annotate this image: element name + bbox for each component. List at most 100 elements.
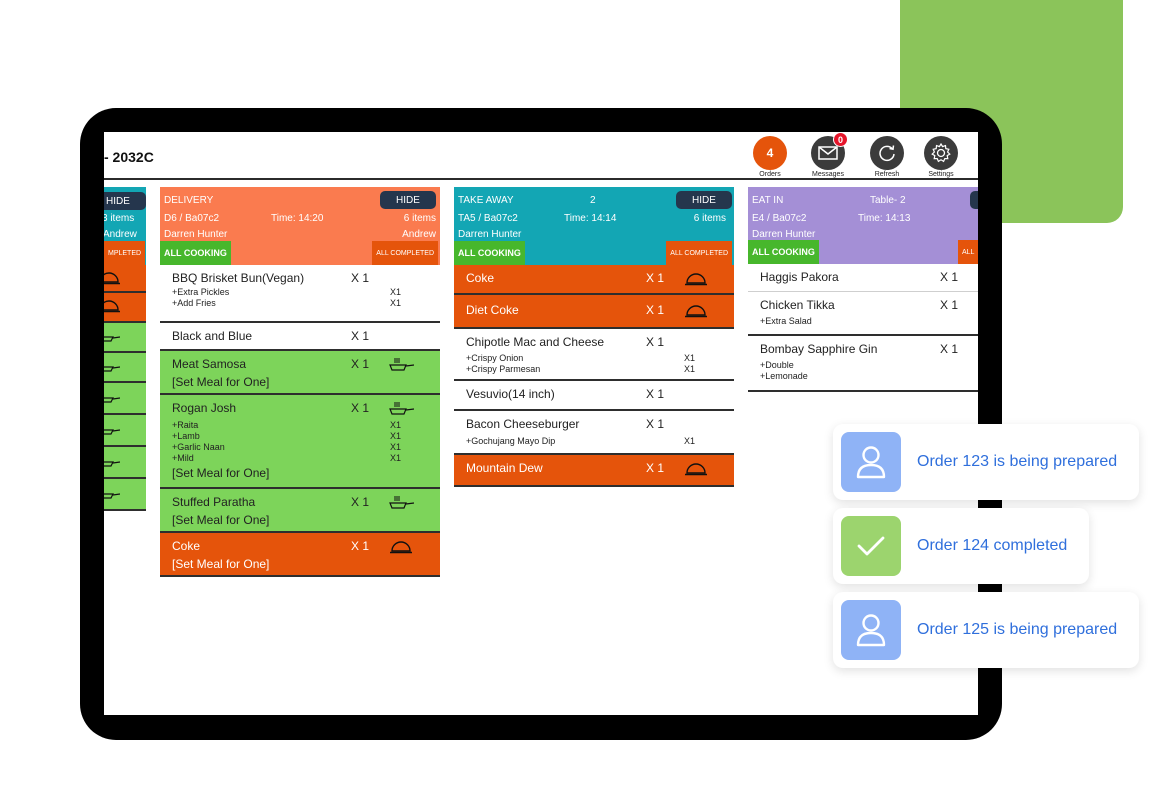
delivery-order-time: Time: 14:20 bbox=[271, 213, 324, 224]
toast-icon-box bbox=[841, 516, 901, 576]
item-quantity: X 1 bbox=[351, 401, 370, 415]
modifier-name: +Lamb bbox=[172, 431, 200, 441]
item-quantity: X 1 bbox=[646, 271, 665, 285]
modifier-name: +Garlic Naan bbox=[172, 442, 225, 452]
modifier-name: +Extra Pickles bbox=[172, 287, 230, 297]
item-name: Mountain Dew bbox=[466, 461, 543, 475]
order-item-meat-samosa[interactable]: Meat Samosa X 1 [Set Meal for One] bbox=[160, 351, 440, 395]
frying-pan-icon bbox=[104, 336, 120, 342]
partial-item[interactable] bbox=[104, 383, 146, 415]
order-item-diet-coke[interactable]: Diet Coke X 1 bbox=[454, 295, 734, 329]
delivery-order-ref: D6 / Ba07c2 bbox=[164, 213, 220, 224]
item-name: Meat Samosa bbox=[172, 357, 247, 371]
orders-label: Orders bbox=[759, 171, 781, 178]
order-item-black-and-blue[interactable]: Black and Blue X 1 bbox=[160, 323, 440, 351]
order-item-vesuvio[interactable]: Vesuvio(14 inch) X 1 bbox=[454, 381, 734, 411]
order-item-coke[interactable]: Coke X 1 [Set Meal for One] bbox=[160, 533, 440, 577]
takeaway-hide-button[interactable]: HIDE bbox=[676, 191, 732, 209]
eatin-table-number: Table- 2 bbox=[870, 195, 906, 206]
order-item-bombay-sapphire-gin[interactable]: Bombay Sapphire Gin X 1 +Double +Lemonade bbox=[748, 336, 978, 392]
user-icon bbox=[856, 614, 886, 647]
item-quantity: X 1 bbox=[646, 303, 665, 317]
order-item-chicken-tikka[interactable]: Chicken Tikka X 1 +Extra Salad bbox=[748, 292, 978, 336]
partial-item[interactable] bbox=[104, 265, 146, 293]
orders-button[interactable]: 4 Orders bbox=[750, 136, 790, 178]
frying-pan-icon bbox=[104, 397, 120, 403]
messages-badge: 0 bbox=[833, 132, 848, 147]
order-item-haggis-pakora[interactable]: Haggis Pakora X 1 bbox=[748, 264, 978, 292]
toast-notification[interactable]: Order 125 is being prepared bbox=[833, 592, 1139, 668]
messages-button[interactable]: 0 Messages bbox=[808, 132, 848, 178]
order-column-delivery: DELIVERY HIDE D6 / Ba07c2 Time: 14:20 6 … bbox=[160, 187, 440, 715]
settings-icon-wrap bbox=[924, 136, 958, 170]
delivery-all-completed-button[interactable]: ALL COMPLETED bbox=[372, 241, 438, 265]
item-name: Black and Blue bbox=[172, 329, 253, 343]
messages-label: Messages bbox=[812, 171, 844, 178]
item-name: BBQ Brisket Bun(Vegan) bbox=[172, 271, 305, 285]
serving-dome-icon bbox=[685, 463, 707, 476]
order-item-coke[interactable]: Coke X 1 bbox=[454, 265, 734, 295]
partial-item[interactable] bbox=[104, 447, 146, 479]
partial-item[interactable] bbox=[104, 293, 146, 323]
takeaway-order-number: 2 bbox=[590, 195, 596, 206]
eatin-all-completed-button[interactable]: ALL bbox=[958, 240, 978, 264]
takeaway-all-completed-button[interactable]: ALL COMPLETED bbox=[666, 241, 732, 265]
takeaway-all-cooking-button[interactable]: ALL COOKING bbox=[454, 241, 525, 265]
partial-item[interactable] bbox=[104, 415, 146, 447]
item-name: Rogan Josh bbox=[172, 401, 237, 415]
serving-dome-icon bbox=[685, 273, 707, 286]
item-name: Coke bbox=[466, 271, 495, 285]
partial-hide-button[interactable]: HIDE bbox=[104, 192, 146, 210]
modifier-name: +Double bbox=[760, 360, 794, 370]
modifier-name: +Extra Salad bbox=[760, 316, 812, 326]
gear-icon bbox=[931, 142, 951, 163]
item-quantity: X 1 bbox=[646, 335, 665, 349]
order-item-stuffed-paratha[interactable]: Stuffed Paratha X 1 [Set Meal for One] bbox=[160, 489, 440, 533]
modifier-name: +Lemonade bbox=[760, 371, 808, 381]
frying-pan-icon bbox=[389, 402, 414, 415]
toast-message: Order 124 completed bbox=[917, 537, 1068, 554]
frying-pan-icon bbox=[104, 366, 120, 372]
toast-icon-box bbox=[841, 432, 901, 492]
modifier-name: +Raita bbox=[172, 420, 199, 430]
delivery-staff-name: Andrew bbox=[402, 229, 436, 240]
modifier-quantity: X1 bbox=[390, 442, 402, 452]
frying-pan-icon bbox=[104, 461, 120, 467]
order-item-mountain-dew[interactable]: Mountain Dew X 1 bbox=[454, 455, 734, 487]
order-column-partial: HIDE 3 items Andrew MPLETED bbox=[104, 187, 146, 715]
settings-label: Settings bbox=[928, 171, 954, 178]
order-item-bbq-brisket-bun[interactable]: BBQ Brisket Bun(Vegan) X 1 +Extra Pickles… bbox=[160, 265, 440, 323]
store-title: - 2032C bbox=[104, 149, 154, 165]
partial-item[interactable] bbox=[104, 353, 146, 383]
frying-pan-icon bbox=[104, 493, 120, 499]
refresh-button[interactable]: Refresh bbox=[867, 136, 907, 178]
modifier-name: +Crispy Onion bbox=[466, 353, 524, 363]
item-quantity: X 1 bbox=[351, 539, 370, 553]
toast-message: Order 123 is being prepared bbox=[917, 453, 1118, 470]
serving-dome-icon bbox=[104, 300, 120, 313]
eatin-order-type: EAT IN bbox=[752, 195, 784, 206]
frying-pan-icon bbox=[104, 429, 120, 435]
order-item-rogan-josh[interactable]: Rogan Josh X 1 +Raita X1 +Lamb X1 +Garlic N… bbox=[160, 395, 440, 489]
item-quantity: X 1 bbox=[646, 461, 665, 475]
item-quantity: X 1 bbox=[646, 387, 665, 401]
delivery-order-type: DELIVERY bbox=[164, 195, 214, 206]
settings-button[interactable]: Settings bbox=[921, 136, 961, 178]
partial-item[interactable] bbox=[104, 479, 146, 511]
modifier-quantity: X1 bbox=[390, 287, 402, 297]
order-item-bacon-cheeseburger[interactable]: Bacon Cheeseburger X 1 +Gochujang Mayo Di… bbox=[454, 411, 734, 455]
modifier-quantity: X1 bbox=[390, 431, 402, 441]
eatin-all-cooking-button[interactable]: ALL COOKING bbox=[748, 240, 819, 264]
toast-notification[interactable]: Order 123 is being prepared bbox=[833, 424, 1139, 500]
order-item-chipotle-mac-and-cheese[interactable]: Chipotle Mac and Cheese X 1 +Crispy Onion… bbox=[454, 329, 734, 381]
partial-all-completed-button[interactable]: MPLETED bbox=[104, 241, 146, 265]
toast-notification[interactable]: Order 124 completed bbox=[833, 508, 1089, 584]
partial-item[interactable] bbox=[104, 323, 146, 353]
delivery-hide-button[interactable]: HIDE bbox=[380, 191, 436, 209]
serving-dome-icon bbox=[685, 305, 707, 318]
eatin-hide-button[interactable] bbox=[970, 191, 978, 209]
modifier-name: +Gochujang Mayo Dip bbox=[466, 436, 556, 446]
delivery-all-cooking-button[interactable]: ALL COOKING bbox=[160, 241, 231, 265]
modifier-quantity: X1 bbox=[390, 453, 402, 463]
item-name: Coke bbox=[172, 539, 201, 553]
